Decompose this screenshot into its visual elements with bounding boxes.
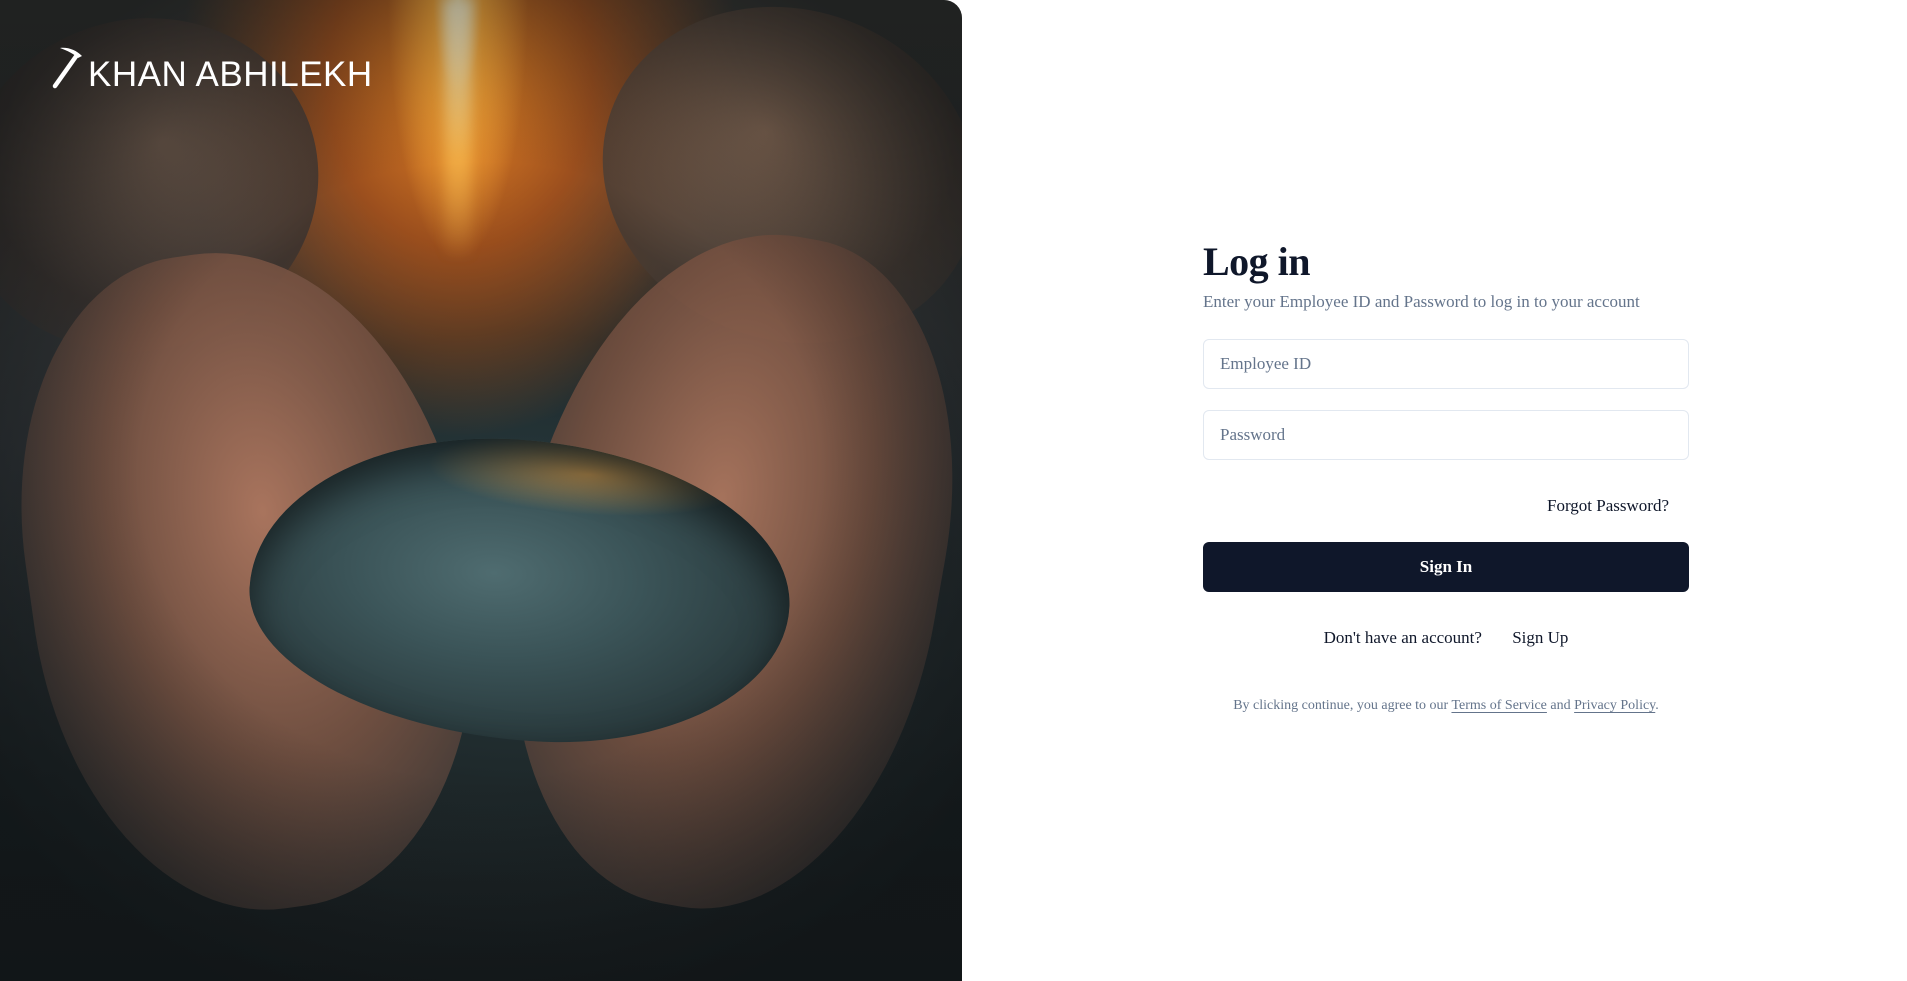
login-panel: Log in Enter your Employee ID and Passwo…: [962, 0, 1907, 981]
legal-notice: By clicking continue, you agree to our T…: [1203, 698, 1689, 714]
forgot-password-row: Forgot Password?: [1203, 496, 1689, 518]
signup-row: Don't have an account? Sign Up: [1203, 628, 1689, 648]
employee-id-input[interactable]: [1203, 339, 1689, 389]
hero-vignette: [0, 0, 962, 981]
legal-and: and: [1546, 698, 1575, 713]
page-title: Log in: [1203, 239, 1311, 284]
password-input[interactable]: [1203, 410, 1689, 460]
brand-logo: KHAN ABHILEKH: [50, 44, 373, 92]
page-subtitle: Enter your Employee ID and Password to l…: [1203, 292, 1640, 311]
brand-name: KHAN ABHILEKH: [88, 55, 373, 94]
login-form: Log in Enter your Employee ID and Passwo…: [1203, 240, 1689, 714]
login-page: KHAN ABHILEKH Log in Enter your Employee…: [0, 0, 1907, 981]
sign-up-link[interactable]: Sign Up: [1512, 628, 1568, 647]
hero-image: KHAN ABHILEKH: [0, 0, 962, 981]
forgot-password-link[interactable]: Forgot Password?: [1547, 496, 1669, 515]
terms-of-service-link[interactable]: Terms of Service: [1451, 698, 1546, 713]
privacy-policy-link[interactable]: Privacy Policy: [1574, 698, 1655, 713]
sign-in-button[interactable]: Sign In: [1203, 542, 1689, 592]
no-account-text: Don't have an account?: [1323, 628, 1482, 647]
legal-prefix: By clicking continue, you agree to our: [1233, 698, 1452, 713]
legal-suffix: .: [1655, 698, 1659, 713]
